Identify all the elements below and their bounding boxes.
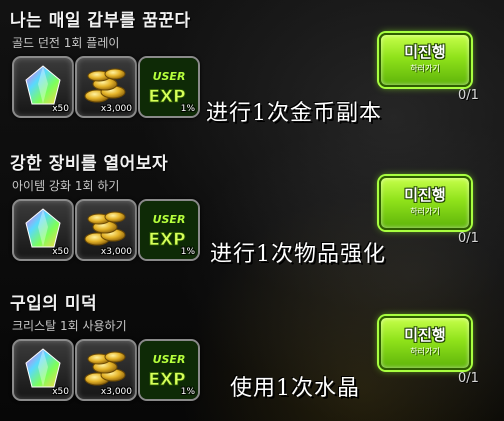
quest-progress: 0/1 — [458, 88, 479, 103]
quest-title: 구입의 미덕 — [10, 294, 98, 314]
reward-quantity: 1% — [180, 387, 195, 397]
quest-description: 크리스탈 1회 사용하기 — [12, 319, 127, 333]
reward-quantity: 1% — [180, 247, 195, 257]
reward-slot-exp: USER EXP 1% — [138, 199, 200, 261]
reward-quantity: x3,000 — [100, 387, 132, 397]
reward-slot-gold: x3,000 — [75, 339, 137, 401]
translation-caption: 进行1次金币副本 — [206, 101, 382, 126]
button-sublabel: 하러가기 — [410, 347, 440, 356]
svg-text:USER: USER — [153, 70, 186, 83]
reward-slot-crystal: x50 — [12, 339, 74, 401]
translation-caption: 进行1次物品强化 — [210, 242, 386, 267]
svg-text:USER: USER — [153, 213, 186, 226]
reward-quantity: x3,000 — [100, 247, 132, 257]
reward-slot-exp: USER EXP 1% — [138, 339, 200, 401]
reward-slot-exp: USER EXP 1% — [138, 56, 200, 118]
reward-slot-crystal: x50 — [12, 56, 74, 118]
reward-slot-gold: x3,000 — [75, 56, 137, 118]
reward-quantity: x50 — [52, 387, 69, 397]
button-sublabel: 하러가기 — [410, 207, 440, 216]
quest-description: 아이템 강화 1회 하기 — [12, 179, 120, 193]
quest-progress: 0/1 — [458, 231, 479, 246]
svg-text:USER: USER — [153, 353, 186, 366]
button-sublabel: 하러가기 — [410, 64, 440, 73]
button-label: 미진행 — [404, 43, 446, 61]
reward-slot-crystal: x50 — [12, 199, 74, 261]
go-button[interactable]: 미진행 하러가기 — [379, 33, 471, 87]
quest-title: 강한 장비를 열어보자 — [10, 154, 169, 174]
reward-quantity: x50 — [52, 247, 69, 257]
quest-title: 나는 매일 갑부를 꿈꾼다 — [10, 11, 191, 31]
go-button[interactable]: 미진행 하러가기 — [379, 176, 471, 230]
quest-progress: 0/1 — [458, 371, 479, 386]
quest-description: 골드 던전 1회 플레이 — [12, 36, 120, 50]
reward-quantity: 1% — [180, 104, 195, 114]
button-label: 미진행 — [404, 186, 446, 204]
button-label: 미진행 — [404, 326, 446, 344]
reward-quantity: x3,000 — [100, 104, 132, 114]
reward-quantity: x50 — [52, 104, 69, 114]
translation-caption: 使用1次水晶 — [230, 376, 360, 401]
reward-slot-gold: x3,000 — [75, 199, 137, 261]
go-button[interactable]: 미진행 하러가기 — [379, 316, 471, 370]
